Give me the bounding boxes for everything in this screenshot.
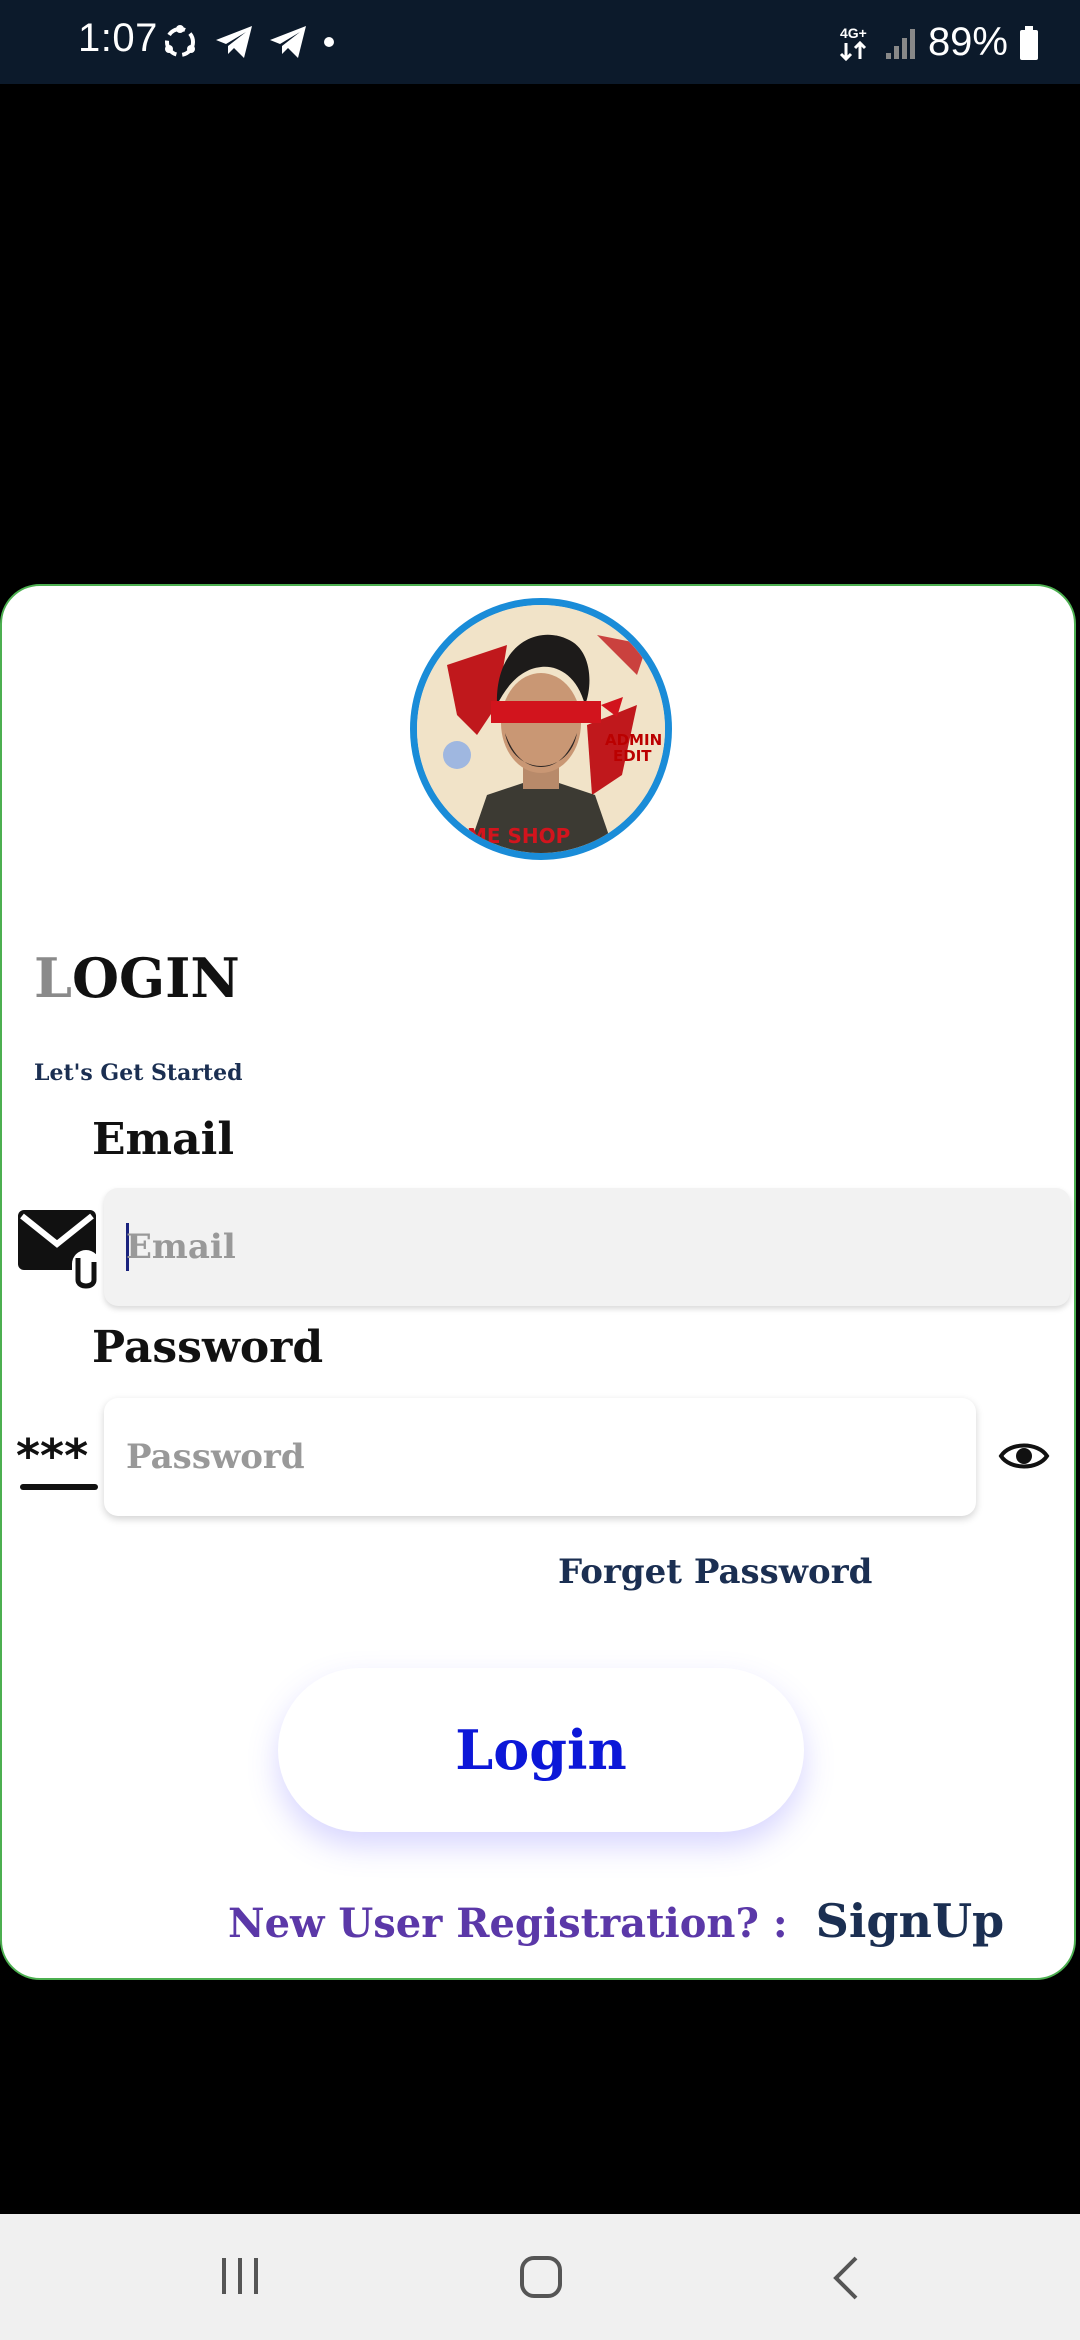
password-icon: *** (16, 1432, 98, 1490)
svg-text:EDIT: EDIT (613, 747, 652, 765)
password-placeholder: Password (126, 1437, 305, 1477)
avatar-image: ADMIN EDIT ME SHOP (417, 605, 665, 853)
telegram-icon (216, 26, 252, 58)
svg-text:ME SHOP: ME SHOP (467, 824, 570, 848)
signup-link[interactable]: SignUp (816, 1894, 1005, 1948)
profile-logo: ADMIN EDIT ME SHOP (410, 598, 672, 860)
login-button[interactable]: Login (278, 1668, 804, 1832)
email-input[interactable]: Email (104, 1188, 1070, 1306)
login-card: ADMIN EDIT ME SHOP LOGIN Let's Get Start… (0, 584, 1076, 1980)
page-subtitle: Let's Get Started (34, 1060, 243, 1086)
sync-icon (165, 25, 195, 57)
recent-apps-icon[interactable] (218, 2254, 262, 2298)
back-icon[interactable] (826, 2254, 866, 2302)
network-4g-icon: 4G+ (839, 25, 867, 61)
battery-icon (1020, 25, 1038, 60)
navigation-bar (0, 2214, 1080, 2340)
dot-icon (324, 37, 334, 47)
home-icon[interactable] (518, 2254, 566, 2302)
svg-text:4G+: 4G+ (840, 25, 867, 41)
registration-prompt: New User Registration? : (228, 1900, 788, 1947)
password-label: Password (92, 1322, 324, 1373)
show-password-eye-icon[interactable] (998, 1436, 1050, 1476)
telegram-icon (270, 26, 306, 58)
password-input[interactable]: Password (104, 1398, 976, 1516)
registration-row: New User Registration? : SignUp (228, 1894, 1004, 1948)
status-time: 1:07 (78, 16, 158, 60)
status-bar: 1:07 4G+ 89% (0, 0, 1080, 84)
email-label: Email (92, 1114, 235, 1165)
signal-icon (885, 28, 915, 59)
battery-percentage: 89% (927, 20, 1008, 64)
notification-icons (160, 22, 336, 62)
svg-text:***: *** (16, 1432, 88, 1483)
email-placeholder: Email (126, 1227, 236, 1267)
forget-password-link[interactable]: Forget Password (558, 1552, 872, 1592)
email-icon (18, 1210, 100, 1290)
page-title: LOGIN (34, 946, 240, 1010)
